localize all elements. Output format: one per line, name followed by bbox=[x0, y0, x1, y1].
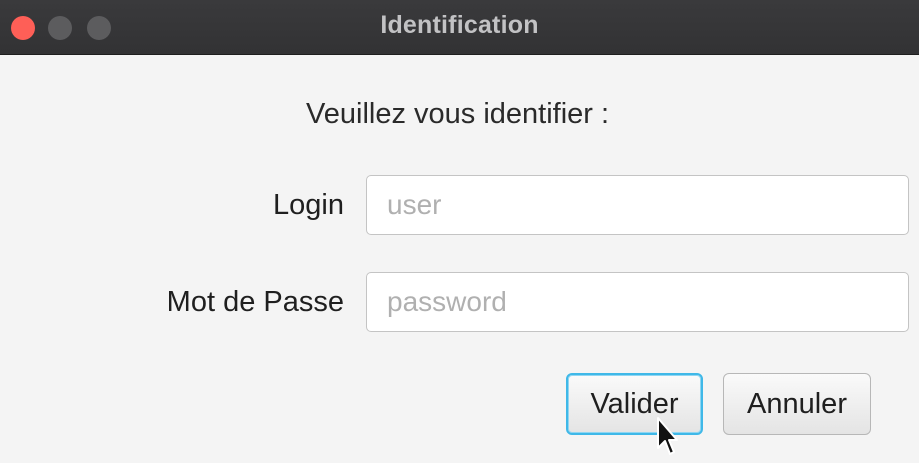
window-title: Identification bbox=[380, 11, 539, 39]
login-label: Login bbox=[273, 189, 344, 221]
password-input[interactable] bbox=[366, 272, 909, 332]
cancel-button[interactable]: Annuler bbox=[723, 373, 871, 435]
login-input[interactable] bbox=[366, 175, 909, 235]
mouse-pointer-icon bbox=[657, 417, 678, 455]
identification-prompt: Veuillez vous identifier : bbox=[306, 98, 610, 130]
login-dialog: Identification Veuillez vous identifier … bbox=[0, 0, 919, 463]
validate-button[interactable]: Valider bbox=[566, 373, 703, 435]
password-label: Mot de Passe bbox=[166, 286, 344, 318]
title-bar[interactable]: Identification bbox=[0, 0, 919, 55]
